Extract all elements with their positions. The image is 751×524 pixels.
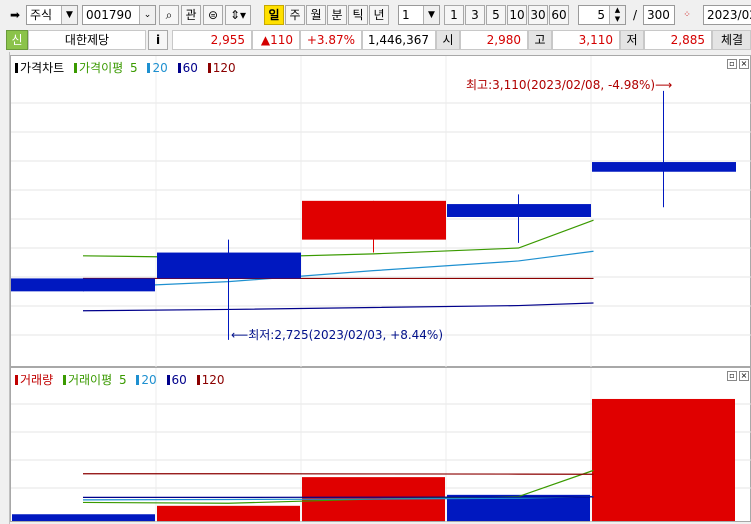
price-change: ▲110: [252, 30, 300, 50]
sync-icon[interactable]: ⊜: [203, 5, 223, 25]
price-chart-pane[interactable]: 가격차트 가격이평 5 20 60 120 ▫ × 최고:3,110(2023/…: [10, 55, 751, 368]
change-percent: +3.87%: [300, 30, 362, 50]
interval-button-3[interactable]: 3: [465, 5, 485, 25]
price-ma-60: 60: [182, 61, 198, 75]
period-tabs: 일주월분틱년: [264, 5, 390, 25]
interval-button-30[interactable]: 30: [528, 5, 548, 25]
interval-value: 1: [402, 8, 410, 22]
price-ma-20: 20: [152, 61, 168, 75]
candle-body: [302, 200, 446, 240]
volume-ma-line-60: [83, 496, 594, 498]
volume-bar: [157, 505, 300, 521]
stock-code-value: 001790: [86, 8, 132, 22]
link-arrow-icon[interactable]: ➡: [6, 5, 24, 25]
high-value: 3,110: [552, 30, 620, 50]
open-value: 2,980: [460, 30, 528, 50]
volume-ma-20: 20: [141, 373, 157, 387]
volume-ma-60: 60: [171, 373, 187, 387]
interval-button-5[interactable]: 5: [486, 5, 506, 25]
info-button[interactable]: i: [148, 30, 168, 50]
close-icon[interactable]: ×: [739, 371, 749, 381]
chevron-down-icon[interactable]: ▼: [423, 6, 439, 24]
volume-chart-pane[interactable]: 거래량 거래이평 5 20 60 120 ▫ ×: [10, 367, 751, 523]
minimize-icon[interactable]: ▫: [727, 371, 737, 381]
scroll-stepper-icon[interactable]: ⇕▾: [225, 5, 251, 25]
volume-legend: 거래량 거래이평 5 20 60 120: [15, 371, 231, 388]
minimize-icon[interactable]: ▫: [727, 59, 737, 69]
candle-body: [157, 252, 301, 279]
date-input[interactable]: 2023/02/: [703, 5, 751, 25]
low-annotation: ⟵최저:2,725(2023/02/03, +8.44%): [231, 328, 444, 342]
market-type-value: 주식: [30, 8, 53, 22]
count-value: 5: [597, 8, 605, 22]
period-tab-0[interactable]: 일: [264, 5, 284, 25]
spinner-icon[interactable]: ▲ ▼: [609, 6, 625, 24]
period-tab-1[interactable]: 주: [285, 5, 305, 25]
volume-chart: [11, 368, 751, 523]
credit-badge: 신: [6, 30, 28, 50]
current-price: 2,955: [172, 30, 252, 50]
volume-ma-line-120: [83, 473, 594, 475]
volume-bar: [12, 514, 155, 521]
trade-label: 체결: [712, 30, 751, 50]
volume-ma-120: 120: [201, 373, 225, 387]
volume-ma-5: 5: [118, 373, 127, 387]
close-icon[interactable]: ×: [739, 59, 749, 69]
total-count-field[interactable]: 300: [643, 5, 675, 25]
high-annotation: 최고:3,110(2023/02/08, -4.98%)⟶: [466, 78, 673, 92]
price-ma-120: 120: [212, 61, 236, 75]
search-icon[interactable]: ⌕: [159, 5, 179, 25]
candle-body: [592, 162, 736, 172]
dots-settings-icon[interactable]: ⁘: [677, 5, 697, 25]
stock-name[interactable]: 대한제당: [28, 30, 146, 50]
price-ma-5: 5: [130, 61, 138, 75]
low-label: 저: [620, 30, 644, 50]
price-chart-label: 가격차트: [20, 61, 65, 75]
toolbar: ➡ 주식 ▼ 001790 ⌄ ⌕ 관 ⊜ ⇕▾ 일주월분틱년 1 ▼ 1351…: [0, 0, 751, 28]
price-ma-label: 가격이평: [79, 61, 124, 75]
chevron-down-icon[interactable]: ⌄: [139, 6, 155, 24]
volume-chart-label: 거래량: [20, 373, 54, 387]
interval-button-10[interactable]: 10: [507, 5, 527, 25]
candle-body: [11, 278, 155, 292]
slash-separator: /: [632, 8, 638, 22]
ma-line-60: [82, 302, 594, 312]
high-label: 고: [528, 30, 552, 50]
volume-value: 1,446,367: [362, 30, 436, 50]
low-value: 2,885: [644, 30, 712, 50]
interval-buttons: 1 3 5 10 30 60: [444, 5, 570, 25]
volume-bar: [592, 398, 735, 521]
market-type-select[interactable]: 주식 ▼: [26, 5, 78, 25]
volume-ma-label: 거래이평: [67, 373, 113, 387]
left-margin: [0, 52, 10, 524]
price-legend: 가격차트 가격이평 5 20 60 120: [15, 59, 242, 76]
period-tab-3[interactable]: 분: [327, 5, 347, 25]
period-tab-2[interactable]: 월: [306, 5, 326, 25]
candle-body: [447, 204, 591, 217]
quote-bar: 신 대한제당 i 2,955 ▲110 +3.87% 1,446,367 시 2…: [0, 30, 751, 50]
interval-select[interactable]: 1 ▼: [398, 5, 440, 25]
stock-code-input[interactable]: 001790 ⌄: [82, 5, 156, 25]
interval-button-1[interactable]: 1: [444, 5, 464, 25]
favorite-button[interactable]: 관: [181, 5, 201, 25]
interval-button-60[interactable]: 60: [549, 5, 569, 25]
period-tab-4[interactable]: 틱: [348, 5, 368, 25]
count-input[interactable]: 5 ▲ ▼: [578, 5, 626, 25]
open-label: 시: [436, 30, 460, 50]
chevron-down-icon[interactable]: ▼: [61, 6, 77, 24]
price-chart: [11, 56, 751, 368]
period-tab-5[interactable]: 년: [369, 5, 389, 25]
